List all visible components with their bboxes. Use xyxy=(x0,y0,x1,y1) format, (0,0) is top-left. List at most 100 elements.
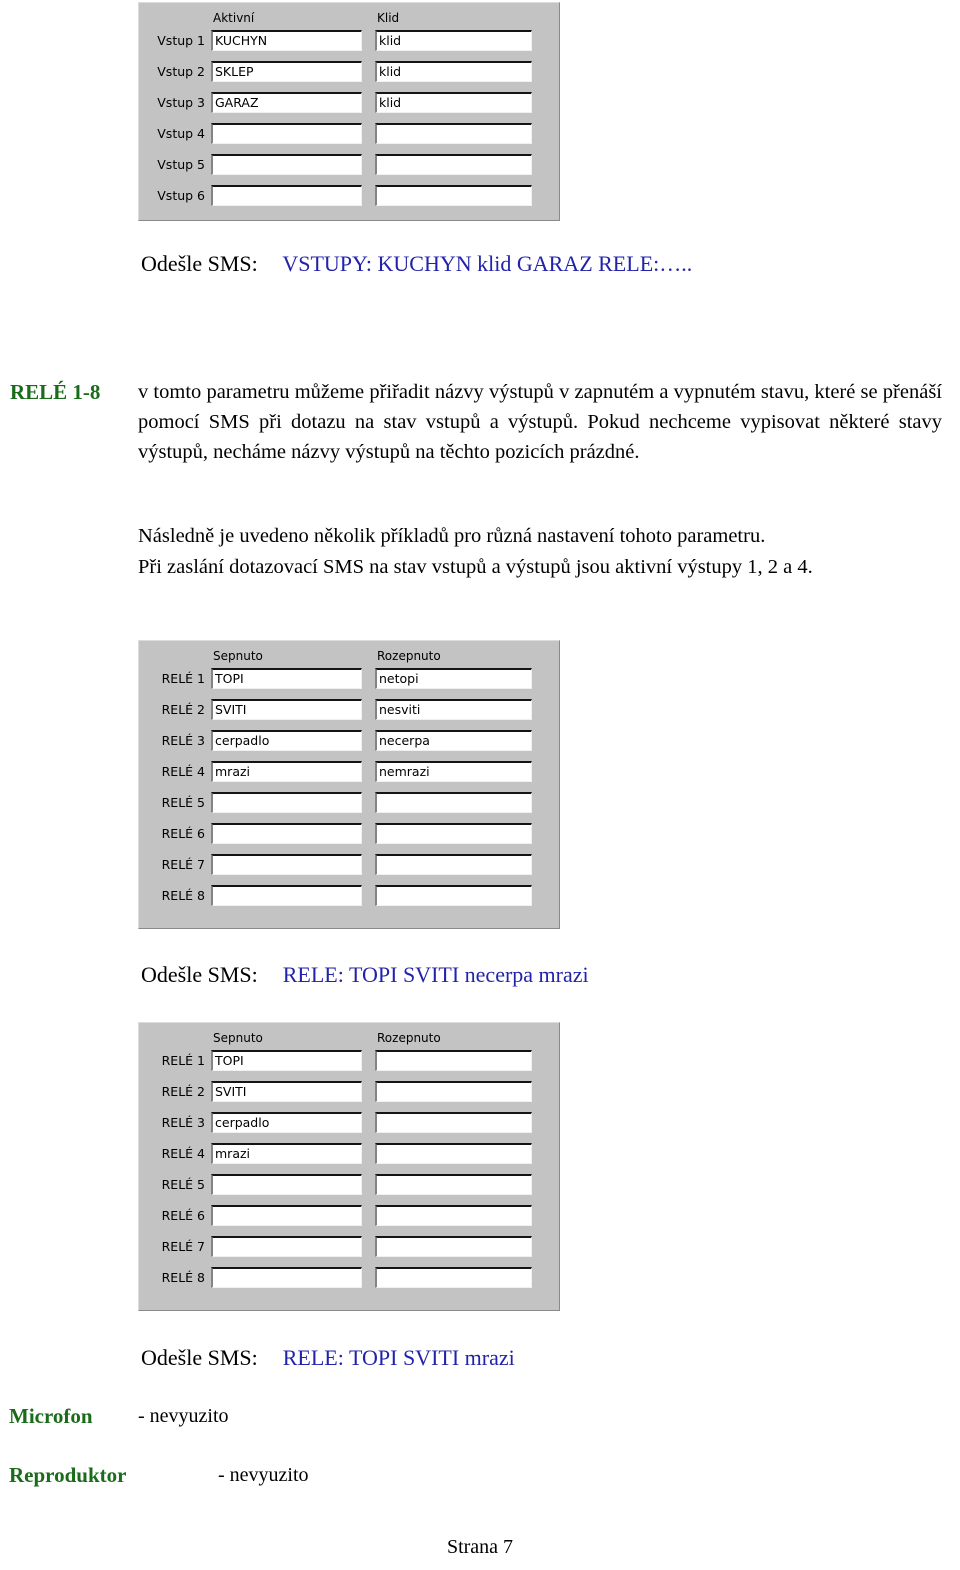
relay-off-field[interactable]: nemrazi xyxy=(375,760,532,782)
relay-off-field[interactable] xyxy=(375,853,532,875)
inputs-rows: Vstup 1 KUCHYN klid Vstup 2 SKLEP klid V… xyxy=(139,27,559,208)
sms-result-inputs: Odešle SMS: VSTUPY: KUCHYN klid GARAZ RE… xyxy=(141,251,692,277)
relay-off-field[interactable] xyxy=(375,1142,532,1164)
relay-on-field[interactable] xyxy=(211,1266,362,1288)
relay-off-field[interactable] xyxy=(375,1266,532,1288)
relay-off-field[interactable] xyxy=(375,1235,532,1257)
relay-on-field[interactable]: cerpadlo xyxy=(211,729,362,751)
input-active-field[interactable] xyxy=(211,122,362,144)
relay-on-field[interactable] xyxy=(211,791,362,813)
row-label: RELÉ 7 xyxy=(161,856,205,872)
row-label: RELÉ 2 xyxy=(161,1083,205,1099)
input-idle-field[interactable] xyxy=(375,122,532,144)
relay-off-field[interactable] xyxy=(375,1080,532,1102)
input-active-field[interactable]: KUCHYN xyxy=(211,29,362,51)
row-label: RELÉ 8 xyxy=(161,1269,205,1285)
input-active-field[interactable] xyxy=(211,153,362,175)
row-label: Vstup 3 xyxy=(157,94,205,110)
row-label: RELÉ 5 xyxy=(161,794,205,810)
table-row: RELÉ 5 xyxy=(151,789,559,815)
row-label: Vstup 2 xyxy=(157,63,205,79)
relay-off-field[interactable] xyxy=(375,1049,532,1071)
param-value-reproduktor: - nevyuzito xyxy=(218,1464,309,1486)
sms-message-text: RELE: TOPI SVITI mrazi xyxy=(282,1345,515,1370)
relay-on-field[interactable] xyxy=(211,1173,362,1195)
paragraph-examples-line2: Při zaslání dotazovací SMS na stav vstup… xyxy=(138,556,813,578)
page-footer: Strana 7 xyxy=(446,1536,514,1558)
relay-off-field[interactable] xyxy=(375,1204,532,1226)
relay-off-field[interactable]: nesviti xyxy=(375,698,532,720)
relay-off-field[interactable] xyxy=(375,791,532,813)
relay-off-field[interactable] xyxy=(375,884,532,906)
sms-message-text: RELE: TOPI SVITI necerpa mrazi xyxy=(282,962,589,987)
input-idle-field[interactable]: klid xyxy=(375,60,532,82)
table-row: Vstup 3 GARAZ klid xyxy=(151,89,559,115)
relay-on-field[interactable] xyxy=(211,884,362,906)
relay-off-field[interactable]: necerpa xyxy=(375,729,532,751)
input-active-field[interactable]: GARAZ xyxy=(211,91,362,113)
input-idle-field[interactable] xyxy=(375,153,532,175)
relay-off-field[interactable] xyxy=(375,822,532,844)
paragraph-examples-line1: Následně je uvedeno několik příkladů pro… xyxy=(138,525,766,547)
param-value-microfon: - nevyuzito xyxy=(138,1405,229,1427)
table-row: RELÉ 8 xyxy=(151,882,559,908)
table-row: RELÉ 7 xyxy=(151,851,559,877)
input-idle-field[interactable]: klid xyxy=(375,29,532,51)
row-label: Vstup 6 xyxy=(157,187,205,203)
column-header-active: Aktivní xyxy=(213,11,255,25)
input-active-field[interactable] xyxy=(211,184,362,206)
inputs-settings-panel: Aktivní Klid Vstup 1 KUCHYN klid Vstup 2… xyxy=(138,2,560,221)
relay-rows: RELÉ 1 TOPI netopi RELÉ 2 SVITI nesviti … xyxy=(139,665,559,908)
row-label: RELÉ 4 xyxy=(161,763,205,779)
relay-settings-panel-on-only: Sepnuto Rozepnuto RELÉ 1 TOPI RELÉ 2 SVI… xyxy=(138,1022,560,1311)
relay-on-field[interactable]: SVITI xyxy=(211,1080,362,1102)
table-row: Vstup 2 SKLEP klid xyxy=(151,58,559,84)
table-row: RELÉ 2 SVITI xyxy=(151,1078,559,1104)
sms-result-relay-on-only: Odešle SMS: RELE: TOPI SVITI mrazi xyxy=(141,1345,515,1371)
table-row: RELÉ 7 xyxy=(151,1233,559,1259)
relay-on-field[interactable]: TOPI xyxy=(211,1049,362,1071)
table-row: RELÉ 1 TOPI xyxy=(151,1047,559,1073)
relay-on-field[interactable]: TOPI xyxy=(211,667,362,689)
relay-on-field[interactable] xyxy=(211,853,362,875)
table-row: RELÉ 8 xyxy=(151,1264,559,1290)
param-key-rele: RELÉ 1-8 xyxy=(10,380,101,404)
table-row: Vstup 6 xyxy=(151,182,559,208)
relay-on-field[interactable]: mrazi xyxy=(211,760,362,782)
param-key-microfon: Microfon xyxy=(9,1404,93,1428)
column-header-on: Sepnuto xyxy=(213,1031,263,1045)
relay-on-field[interactable] xyxy=(211,1235,362,1257)
relay-off-field[interactable] xyxy=(375,1173,532,1195)
relay-off-field[interactable]: netopi xyxy=(375,667,532,689)
table-row: RELÉ 6 xyxy=(151,1202,559,1228)
input-idle-field[interactable]: klid xyxy=(375,91,532,113)
table-row: Vstup 4 xyxy=(151,120,559,146)
param-key-reproduktor: Reproduktor xyxy=(9,1463,127,1487)
table-row: RELÉ 3 cerpadlo necerpa xyxy=(151,727,559,753)
relay-on-field[interactable]: SVITI xyxy=(211,698,362,720)
table-row: RELÉ 1 TOPI netopi xyxy=(151,665,559,691)
table-row: Vstup 1 KUCHYN klid xyxy=(151,27,559,53)
sms-lead-label: Odešle SMS: xyxy=(141,251,258,276)
inputs-column-headers: Aktivní Klid xyxy=(139,7,559,27)
relay-on-field[interactable] xyxy=(211,822,362,844)
param-description-rele: v tomto parametru můžeme přiřadit názvy … xyxy=(138,381,942,463)
row-label: Vstup 1 xyxy=(157,32,205,48)
table-row: RELÉ 4 mrazi nemrazi xyxy=(151,758,559,784)
sms-message-text: VSTUPY: KUCHYN klid GARAZ RELE:….. xyxy=(282,251,693,276)
relay-on-field[interactable]: mrazi xyxy=(211,1142,362,1164)
relay-on-field[interactable] xyxy=(211,1204,362,1226)
relay-on-field[interactable]: cerpadlo xyxy=(211,1111,362,1133)
table-row: RELÉ 3 cerpadlo xyxy=(151,1109,559,1135)
column-header-on: Sepnuto xyxy=(213,649,263,663)
input-idle-field[interactable] xyxy=(375,184,532,206)
row-label: RELÉ 1 xyxy=(161,670,205,686)
column-header-off: Rozepnuto xyxy=(377,1031,441,1045)
input-active-field[interactable]: SKLEP xyxy=(211,60,362,82)
column-header-off: Rozepnuto xyxy=(377,649,441,663)
table-row: RELÉ 6 xyxy=(151,820,559,846)
row-label: RELÉ 2 xyxy=(161,701,205,717)
sms-lead-label: Odešle SMS: xyxy=(141,962,258,987)
relay-off-field[interactable] xyxy=(375,1111,532,1133)
sms-lead-label: Odešle SMS: xyxy=(141,1345,258,1370)
